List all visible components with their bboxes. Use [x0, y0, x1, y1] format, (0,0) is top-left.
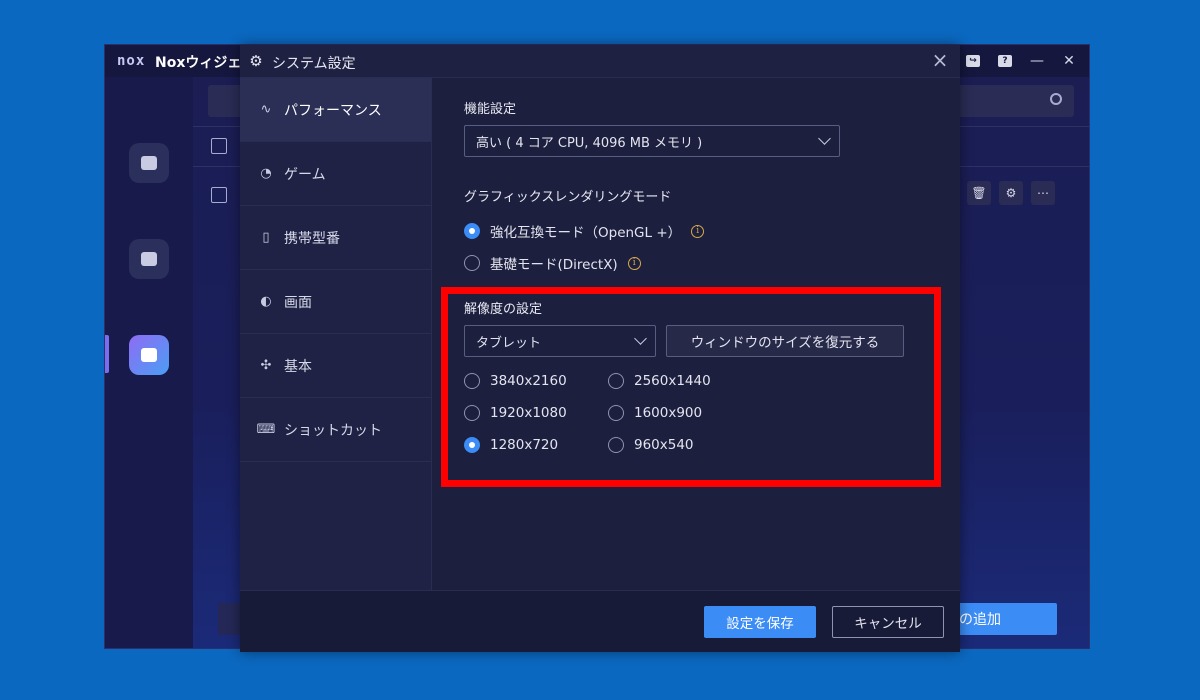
performance-select[interactable]: 高い ( 4 コア CPU, 4096 MB メモリ ): [464, 125, 840, 157]
nav-item-label: 基本: [284, 358, 312, 375]
instance-actions: 🗑 ⚙ ⋯: [967, 181, 1055, 205]
instance-checkbox[interactable]: [211, 187, 227, 203]
graphics-option-opengl[interactable]: 強化互換モード（OpenGL +） i: [464, 221, 705, 241]
resolution-option-label: 2560x1440: [634, 373, 711, 389]
graphics-option-label: 基礎モード(DirectX): [490, 257, 618, 273]
cancel-button[interactable]: キャンセル: [832, 606, 944, 638]
graphics-option-label: 強化互換モード（OpenGL +）: [490, 225, 682, 241]
keyboard-icon: ⌨: [256, 422, 276, 437]
resolution-option[interactable]: 1600x900: [608, 405, 702, 421]
restore-window-size-button[interactable]: ウィンドウのサイズを復元する: [666, 325, 904, 357]
close-icon[interactable]: ✕: [1057, 49, 1081, 73]
help-icon[interactable]: ?: [993, 49, 1017, 73]
resolution-option-selected[interactable]: 1280x720: [464, 437, 558, 453]
nox-window-controls: ↪ ? — ✕: [961, 49, 1081, 73]
nav-item-label: パフォーマンス: [284, 102, 382, 119]
system-settings-dialog: ⚙ システム設定 × ∿ パフォーマンス ◔ ゲーム ▯ 携帯型番 ◐ 画面 ✣…: [240, 45, 960, 652]
graphics-mode-label: グラフィックスレンダリングモード: [464, 190, 672, 205]
resolution-option[interactable]: 1920x1080: [464, 405, 567, 421]
resolution-option-label: 3840x2160: [490, 373, 567, 389]
folder-icon[interactable]: [129, 143, 169, 183]
close-icon[interactable]: ×: [928, 49, 952, 73]
phone-icon: ▯: [262, 230, 270, 245]
waveform-icon: ∿: [260, 102, 272, 117]
performance-label: 機能設定: [464, 102, 517, 117]
performance-select-value: 高い ( 4 コア CPU, 4096 MB メモリ ): [476, 135, 703, 151]
radio-checked-icon[interactable]: [464, 437, 480, 453]
dialog-footer: 設定を保存 キャンセル: [240, 590, 960, 652]
resolution-option[interactable]: 2560x1440: [608, 373, 711, 389]
resolution-option[interactable]: 3840x2160: [464, 373, 567, 389]
nav-item-shortcuts[interactable]: ⌨ ショットカット: [240, 398, 431, 462]
nox-sidebar: [105, 77, 193, 648]
chevron-down-icon: [818, 132, 831, 145]
chevron-down-icon: [634, 332, 647, 345]
device-type-select[interactable]: タブレット: [464, 325, 656, 357]
multi-instance-icon[interactable]: [129, 335, 169, 375]
settings-nav: ∿ パフォーマンス ◔ ゲーム ▯ 携帯型番 ◐ 画面 ✣ 基本 ⌨ ショットカ…: [240, 78, 432, 590]
nav-item-label: 画面: [284, 294, 312, 311]
radio-icon[interactable]: [608, 373, 624, 389]
resolution-option-label: 1280x720: [490, 437, 559, 453]
sidebar-active-indicator: [105, 335, 109, 373]
nav-item-label: ショットカット: [284, 422, 382, 439]
minimize-icon[interactable]: —: [1025, 49, 1049, 73]
nav-item-label: ゲーム: [284, 166, 326, 183]
nav-item-basic[interactable]: ✣ 基本: [240, 334, 431, 398]
radio-icon[interactable]: [464, 373, 480, 389]
palette-icon: ◐: [260, 294, 272, 309]
resolution-label: 解像度の設定: [464, 302, 543, 317]
resolution-option-label: 1600x900: [634, 405, 703, 421]
select-all-checkbox[interactable]: [211, 138, 227, 154]
puzzle-icon: ✣: [260, 358, 272, 373]
info-icon[interactable]: i: [627, 256, 641, 270]
info-icon[interactable]: i: [691, 224, 705, 238]
radio-icon[interactable]: [464, 405, 480, 421]
nav-item-game[interactable]: ◔ ゲーム: [240, 142, 431, 206]
gamepad-icon: ◔: [260, 166, 272, 181]
device-type-value: タブレット: [476, 335, 542, 351]
nox-window-title: Noxウィジェ: [155, 55, 242, 71]
export-icon[interactable]: ↪: [961, 49, 985, 73]
store-icon[interactable]: [129, 239, 169, 279]
dialog-titlebar: ⚙ システム設定 ×: [240, 45, 960, 78]
more-icon[interactable]: ⋯: [1031, 181, 1055, 205]
resolution-option-label: 960x540: [634, 437, 694, 453]
performance-panel: 機能設定 高い ( 4 コア CPU, 4096 MB メモリ ) グラフィック…: [433, 78, 960, 590]
radio-icon[interactable]: [464, 255, 480, 271]
radio-icon[interactable]: [608, 437, 624, 453]
gear-icon[interactable]: ⚙: [999, 181, 1023, 205]
resolution-option-label: 1920x1080: [490, 405, 567, 421]
nav-item-phone-model[interactable]: ▯ 携帯型番: [240, 206, 431, 270]
trash-icon[interactable]: 🗑: [967, 181, 991, 205]
nav-item-performance[interactable]: ∿ パフォーマンス: [240, 78, 431, 142]
radio-checked-icon[interactable]: [464, 223, 480, 239]
resolution-option[interactable]: 960x540: [608, 437, 694, 453]
save-settings-button[interactable]: 設定を保存: [704, 606, 816, 638]
graphics-option-directx[interactable]: 基礎モード(DirectX) i: [464, 253, 641, 273]
search-icon[interactable]: [1050, 93, 1062, 105]
radio-icon[interactable]: [608, 405, 624, 421]
nox-logo: nox: [117, 53, 146, 69]
dialog-title: システム設定: [272, 56, 356, 72]
gear-icon: ⚙: [249, 52, 263, 70]
nav-item-display[interactable]: ◐ 画面: [240, 270, 431, 334]
nav-item-label: 携帯型番: [284, 230, 340, 247]
